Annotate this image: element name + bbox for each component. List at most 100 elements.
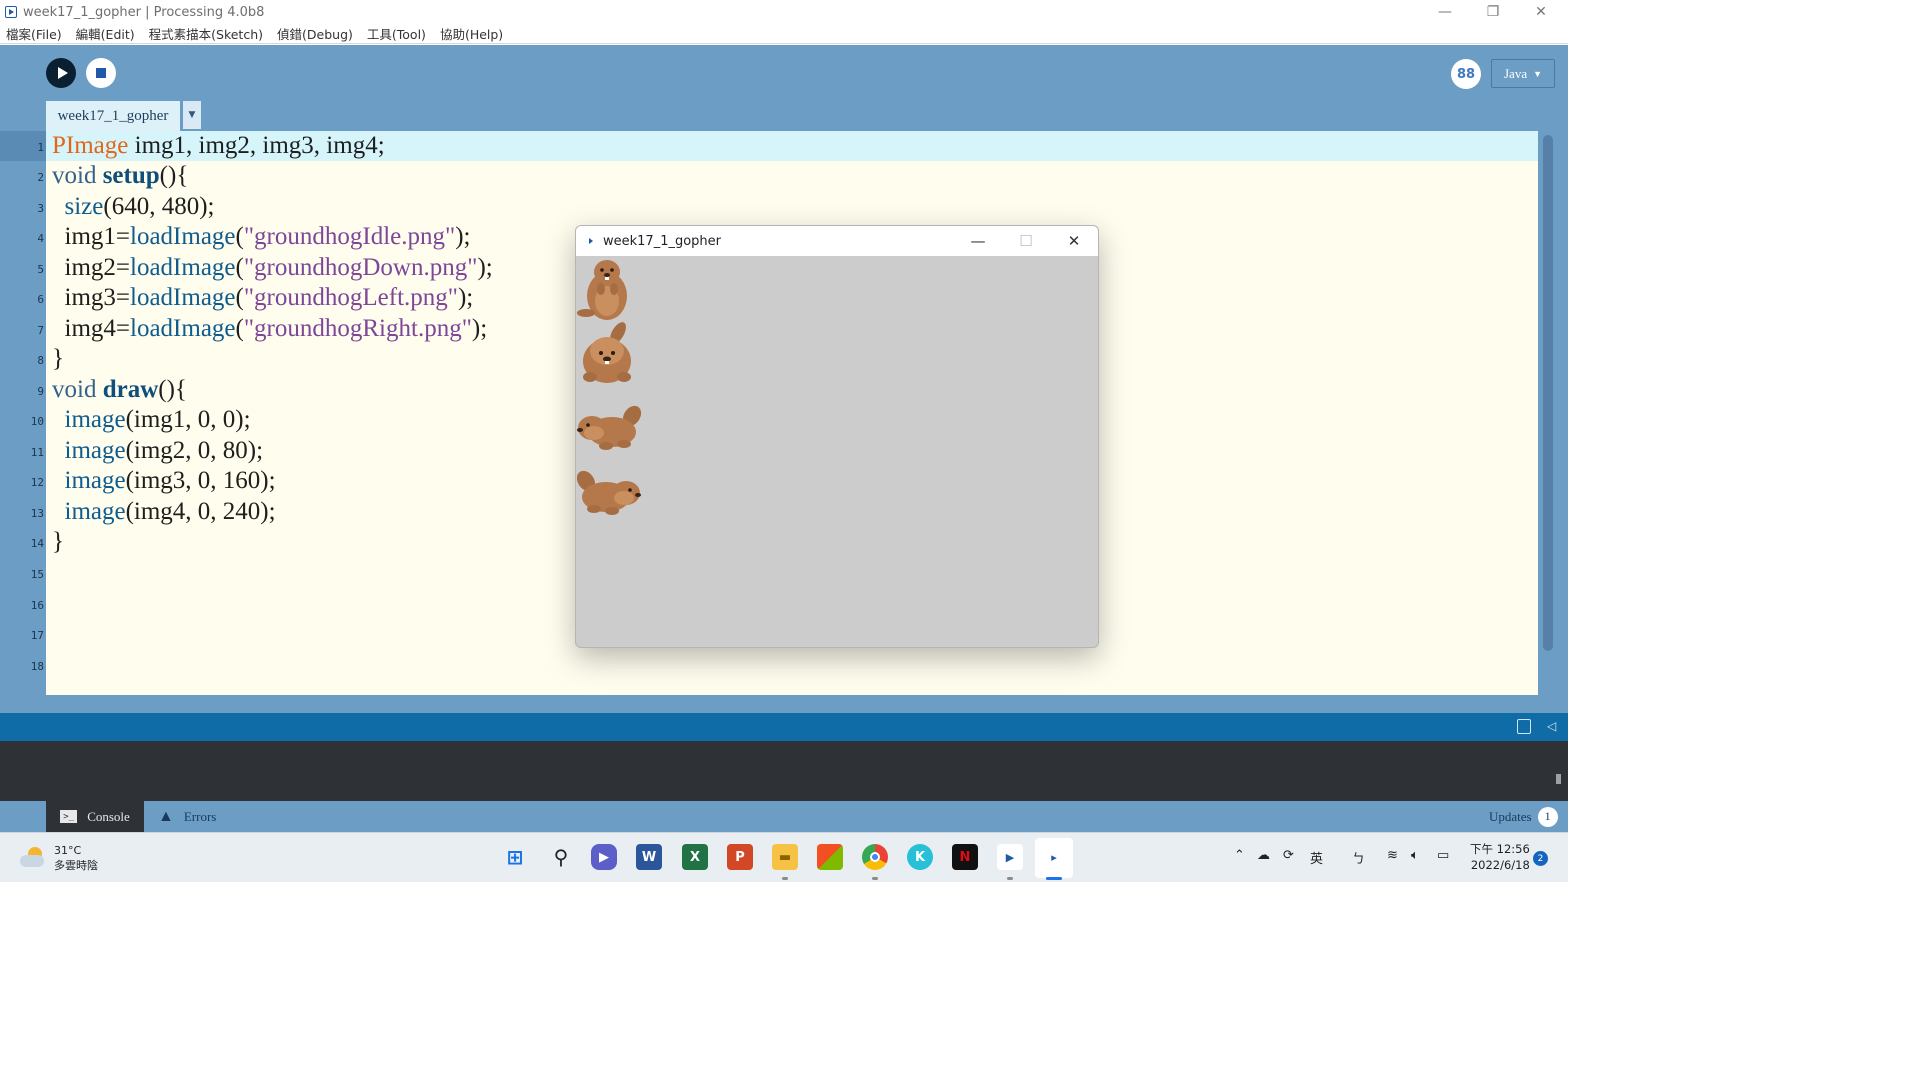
battery-icon[interactable]: ▭ [1437,848,1449,863]
line-number: 9 [37,385,44,398]
code-token-function: size [64,193,104,220]
chevron-down-icon: ▼ [1533,68,1543,79]
console-output[interactable] [0,741,1568,801]
menu-file[interactable]: 檔案(File) [6,24,62,43]
ime-mode-indicator[interactable]: ㄅ [1352,848,1365,867]
code-line: void setup(){ [52,161,188,191]
mode-label: Java [1503,65,1528,81]
ime-language-indicator[interactable]: 英 [1310,848,1323,867]
excel-icon[interactable]: X [682,844,708,870]
code-token: (){ [158,376,187,403]
menu-sketch[interactable]: 程式素描本(Sketch) [149,24,263,43]
mode-selector[interactable]: Java ▼ [1491,59,1555,88]
minimize-button[interactable]: — [1422,0,1468,24]
windows-start-icon[interactable]: ⊞ [502,844,528,870]
powerpoint-icon[interactable]: P [727,844,753,870]
chevron-up-icon[interactable]: ⌃ [1234,848,1245,863]
sketch-close-button[interactable]: ✕ [1054,226,1094,256]
code-line: image(img3, 0, 160); [52,466,276,496]
line-number: 7 [37,324,44,337]
line-number: 18 [30,660,44,673]
line-number: 11 [30,446,44,459]
processing-taskbar-icon[interactable]: ▶ [997,844,1023,870]
line-number: 14 [30,537,44,550]
code-token: (img4, 0, 240); [125,498,276,525]
sketch-title: week17_1_gopher [603,233,722,249]
code-token-function: setup [102,162,160,189]
code-token: img4= [52,315,131,342]
file-explorer-icon[interactable]: ▬ [772,844,798,870]
search-icon[interactable]: ⚲ [548,844,574,870]
wifi-icon[interactable]: ≋ [1387,848,1398,863]
code-token: } [52,528,64,555]
sketch-window: week17_1_gopher — ☐ ✕ [575,225,1099,648]
teams-chat-icon[interactable]: ▶ [591,844,617,870]
sketch-maximize-button[interactable]: ☐ [1006,226,1046,256]
debug-butterfly-icon[interactable]: 88 [1451,59,1481,89]
tab-week17-1-gopher[interactable]: week17_1_gopher [46,101,180,131]
system-clock[interactable]: 下午 12:56 2022/6/18 [1470,841,1530,873]
microsoft-store-icon[interactable] [817,844,843,870]
console-scrollbar-thumb[interactable] [1556,774,1561,784]
line-number: 13 [30,507,44,520]
stop-button[interactable] [86,58,116,88]
code-token-keyword: void [52,376,97,403]
code-token: ( [235,284,244,311]
editor-console-divider[interactable] [0,695,1568,713]
code-token-function: image [64,406,126,433]
code-line: img3=loadImage("groundhogLeft.png"); [52,283,474,313]
sketch-minimize-button[interactable]: — [958,226,998,256]
code-line: image(img2, 0, 80); [52,436,264,466]
tab-errors-label: Errors [183,808,217,824]
updates-button[interactable]: Updates 1 [1489,801,1558,832]
close-button[interactable]: ✕ [1518,0,1564,24]
word-icon[interactable]: W [636,844,662,870]
tab-console[interactable]: >_ Console [46,801,144,832]
menu-edit[interactable]: 編輯(Edit) [76,24,135,43]
onedrive-cloud-icon[interactable]: ☁ [1257,848,1270,863]
groundhog-right-sprite [576,470,641,515]
title-bar: week17_1_gopher | Processing 4.0b8 — ❐ ✕ [0,0,1568,24]
code-token: (img1, 0, 0); [125,406,251,433]
tab-errors[interactable]: ▲ Errors [158,801,238,832]
chrome-icon[interactable] [862,844,888,870]
line-number: 8 [37,354,44,367]
run-button[interactable] [46,58,76,88]
code-token-function: loadImage [130,223,236,250]
kingsoft-icon[interactable]: K [907,844,933,870]
code-line: size(640, 480); [52,192,215,222]
line-number: 2 [37,171,44,184]
menu-tool[interactable]: 工具(Tool) [367,24,426,43]
restore-button[interactable]: ❐ [1470,0,1516,24]
volume-icon[interactable]: 🔈︎ [1411,848,1419,863]
code-token: (img2, 0, 80); [125,437,264,464]
code-token: ); [471,315,488,342]
collapse-icon[interactable]: ◁ [1547,719,1556,733]
updates-label: Updates [1489,808,1532,824]
tab-menu-arrow-icon[interactable]: ▼ [183,101,201,129]
warning-icon: ▲ [158,807,174,825]
groundhog-down-sprite [583,322,631,383]
line-number: 3 [37,202,44,215]
code-token: (640, 480); [103,193,215,220]
processing-sketch-taskbar-icon[interactable]: ▸ [1041,844,1067,870]
code-token-type: PImage [52,132,129,159]
sync-icon[interactable]: ⟳ [1283,848,1294,863]
menu-debug[interactable]: 偵錯(Debug) [277,24,353,43]
line-number: 10 [30,415,44,428]
menu-help[interactable]: 協助(Help) [440,24,503,43]
code-token: ( [235,254,244,281]
editor-scrollbar-thumb[interactable] [1543,135,1553,651]
notification-count-badge[interactable]: 2 [1533,851,1548,866]
code-token: ); [457,284,474,311]
weather-description: 多雲時陰 [54,859,98,872]
copy-icon[interactable] [1517,719,1531,734]
weather-widget[interactable]: 31°C 多雲時陰 [20,843,98,873]
netflix-icon[interactable]: N [952,844,978,870]
updates-count-badge: 1 [1537,806,1558,827]
